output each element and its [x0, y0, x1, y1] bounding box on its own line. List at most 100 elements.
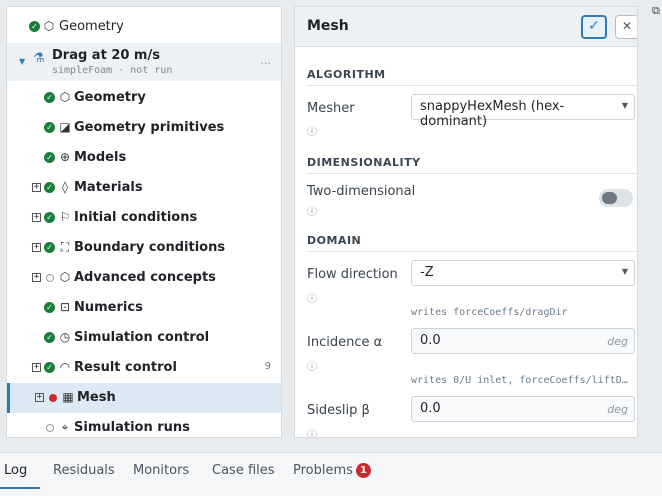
tree-item-materials[interactable]: + ✓ ◊ Materials: [7, 173, 281, 203]
close-button[interactable]: ✕: [615, 15, 637, 39]
expand-icon[interactable]: +: [32, 363, 41, 372]
incidence-label: Incidence α: [307, 335, 383, 350]
flow-direction-label: Flow direction: [307, 267, 398, 282]
tab-problems[interactable]: Problems 1: [293, 463, 371, 478]
active-tab-indicator: [0, 487, 40, 489]
expand-icon[interactable]: +: [32, 243, 41, 252]
two-dimensional-label: Two-dimensional: [307, 184, 416, 199]
runs-icon: ⌖: [61, 420, 69, 434]
panel-title: Mesh: [307, 18, 349, 34]
case-header[interactable]: ▼ ⚗ Drag at 20 m/s simpleFoam · not run …: [7, 43, 281, 81]
check-icon: ✓: [44, 122, 55, 133]
mesh-panel: Mesh ✓ ✕ ALGORITHM Mesher snappyHexMesh …: [294, 6, 638, 438]
sideslip-label: Sideslip β: [307, 403, 370, 418]
numerics-icon: ⊡: [59, 300, 71, 314]
sideslip-unit: deg: [607, 403, 628, 416]
problems-count-badge: 1: [355, 463, 371, 478]
grid-icon: ▦: [62, 390, 74, 404]
mesher-select[interactable]: snappyHexMesh (hex-dominant) ▼: [411, 94, 635, 129]
check-icon: ✓: [44, 362, 55, 373]
tree-item-label: Initial conditions: [74, 210, 198, 225]
tab-residuals[interactable]: Residuals: [53, 463, 115, 478]
tree-item-geometry[interactable]: ✓ ⬡ Geometry: [7, 83, 281, 113]
tree-item-geometry-primitives[interactable]: ✓ ◪ Geometry primitives: [7, 113, 281, 143]
tree-item-geometry-top[interactable]: ✓ ⬡ Geometry: [7, 12, 281, 42]
window-corner-icon[interactable]: ⧉: [652, 4, 662, 20]
divider: [307, 85, 637, 86]
chevron-down-icon: ▼: [621, 267, 628, 276]
info-icon[interactable]: ⓘ: [307, 290, 317, 305]
more-icon[interactable]: ...: [261, 54, 272, 67]
tab-log[interactable]: Log: [4, 463, 27, 478]
case-subtitle: simpleFoam · not run: [52, 65, 173, 76]
incidence-unit: deg: [607, 335, 628, 348]
boundary-icon: ⛶: [60, 240, 70, 254]
panel-header: Mesh ✓ ✕: [295, 7, 637, 47]
globe-icon: ⊕: [59, 150, 71, 164]
tree-item-simulation-runs[interactable]: ⌖ Simulation runs: [7, 413, 281, 437]
flow-direction-value: -Z: [420, 265, 434, 280]
cube-icon: ⬡: [59, 90, 71, 104]
tree-item-label: Simulation runs: [74, 420, 190, 435]
tree-item-label: Geometry primitives: [74, 120, 225, 135]
pending-dot-icon: [46, 424, 54, 432]
check-icon: ✓: [44, 242, 55, 253]
bottom-tab-bar: Log Residuals Monitors Case files Proble…: [0, 452, 662, 496]
info-icon[interactable]: ⓘ: [307, 426, 317, 437]
info-icon[interactable]: ⓘ: [307, 358, 317, 373]
info-icon[interactable]: ⓘ: [307, 203, 317, 218]
flow-direction-hint: writes forceCoeffs/dragDir: [411, 307, 568, 318]
tree-item-label: Models: [74, 150, 127, 165]
tree-item-advanced-concepts[interactable]: + ⬡ Advanced concepts: [7, 263, 281, 293]
incidence-input[interactable]: 0.0 deg: [411, 328, 635, 354]
expand-icon[interactable]: +: [32, 273, 41, 282]
confirm-button[interactable]: ✓: [581, 15, 607, 39]
expand-icon[interactable]: +: [32, 183, 41, 192]
expand-icon[interactable]: +: [35, 393, 44, 402]
flag-icon: ⚐: [59, 210, 71, 224]
check-icon: ✓: [44, 332, 55, 343]
tree-item-simulation-control[interactable]: ✓ ◷ Simulation control: [7, 323, 281, 353]
tree-item-label: Materials: [74, 180, 143, 195]
tree-item-label: Numerics: [74, 300, 143, 315]
tree-item-result-control[interactable]: + ✓ ◠ Result control 9: [7, 353, 281, 383]
incidence-hint: writes 0/U inlet, forceCoeffs/liftD…: [411, 375, 628, 386]
check-icon: ✓: [44, 92, 55, 103]
info-icon[interactable]: ⓘ: [307, 123, 317, 138]
shapes-icon: ◪: [59, 120, 71, 134]
tab-case-files[interactable]: Case files: [212, 463, 275, 478]
gauge-icon: ◠: [59, 360, 71, 374]
tree-item-label: Result control: [74, 360, 177, 375]
tree-item-models[interactable]: ✓ ⊕ Models: [7, 143, 281, 173]
clock-icon: ◷: [59, 330, 71, 344]
section-algorithm: ALGORITHM: [307, 68, 386, 81]
collapse-icon[interactable]: ▼: [19, 57, 25, 66]
case-title: Drag at 20 m/s: [52, 48, 160, 63]
tree-item-numerics[interactable]: ✓ ⊡ Numerics: [7, 293, 281, 323]
tab-monitors[interactable]: Monitors: [133, 463, 189, 478]
error-dot-icon: [49, 394, 57, 402]
tree-item-label: Boundary conditions: [74, 240, 226, 255]
count-badge: 9: [264, 361, 271, 372]
section-domain: DOMAIN: [307, 234, 362, 247]
drop-icon: ◊: [62, 180, 68, 194]
flow-direction-select[interactable]: -Z ▼: [411, 260, 635, 286]
tree-item-boundary-conditions[interactable]: + ✓ ⛶ Boundary conditions: [7, 233, 281, 263]
check-icon: ✓: [44, 182, 55, 193]
pending-dot-icon: [46, 274, 54, 282]
check-icon: ✓: [44, 212, 55, 223]
divider: [307, 173, 637, 174]
tab-problems-label: Problems: [293, 463, 353, 478]
tree-item-label: Mesh: [77, 390, 116, 405]
tree-item-mesh[interactable]: + ▦ Mesh: [7, 383, 281, 413]
sideslip-input[interactable]: 0.0 deg: [411, 396, 635, 422]
mesher-value: snappyHexMesh (hex-dominant): [420, 99, 565, 129]
check-icon: ✓: [29, 21, 40, 32]
divider: [307, 251, 637, 252]
chevron-down-icon: ▼: [621, 101, 628, 110]
expand-icon[interactable]: +: [32, 213, 41, 222]
mesher-label: Mesher: [307, 101, 355, 116]
two-dimensional-toggle[interactable]: [599, 189, 633, 207]
cube-icon: ⬡: [43, 19, 55, 33]
tree-item-initial-conditions[interactable]: + ✓ ⚐ Initial conditions: [7, 203, 281, 233]
